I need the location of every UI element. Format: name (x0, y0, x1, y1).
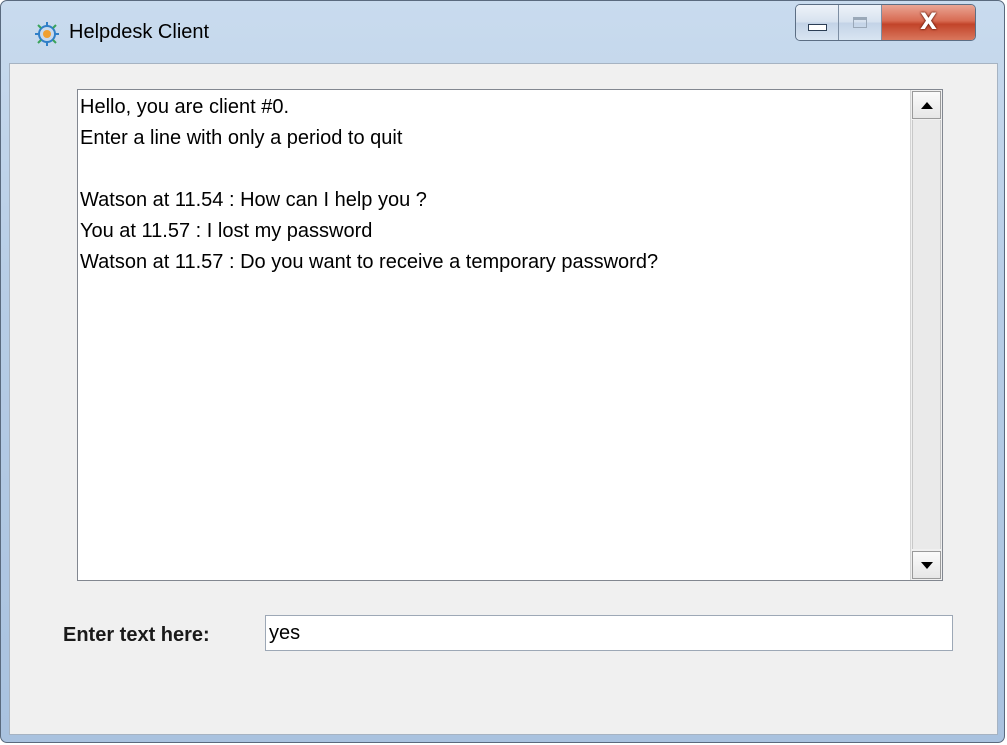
scroll-track[interactable] (912, 120, 941, 549)
content-panel: Hello, you are client #0. Enter a line wi… (9, 63, 998, 735)
input-label: Enter text here: (63, 624, 210, 646)
chat-line: You at 11.57 : I lost my password (80, 220, 373, 242)
chat-line: Hello, you are client #0. (80, 96, 290, 118)
chat-line: ​ (80, 154, 908, 185)
chat-transcript[interactable]: Hello, you are client #0. Enter a line wi… (77, 89, 943, 581)
maximize-button[interactable] (839, 5, 882, 40)
helpdesk-app-icon[interactable] (34, 21, 60, 47)
chat-line: Enter a line with only a period to quit (80, 127, 403, 149)
title-bar[interactable]: Helpdesk Client X (1, 1, 1004, 61)
arrow-up-icon (920, 101, 933, 109)
window-controls: X (795, 4, 976, 41)
minimize-button[interactable] (796, 5, 839, 40)
close-icon: X (920, 10, 937, 35)
maximize-icon (853, 17, 867, 28)
close-button[interactable]: X (882, 5, 975, 40)
arrow-down-icon (920, 561, 933, 569)
message-input[interactable] (265, 615, 953, 651)
helpdesk-client-window: Helpdesk Client X Hello, you are client … (0, 0, 1005, 743)
minimize-icon (807, 24, 827, 31)
chat-line: Watson at 11.54 : How can I help you ? (80, 189, 427, 211)
chat-text: Hello, you are client #0. Enter a line wi… (80, 92, 908, 578)
vertical-scrollbar[interactable] (910, 90, 942, 580)
chat-line: Watson at 11.57 : Do you want to receive… (80, 251, 659, 273)
scroll-up-button[interactable] (912, 91, 941, 119)
scroll-down-button[interactable] (912, 551, 941, 579)
window-title: Helpdesk Client (69, 21, 210, 43)
